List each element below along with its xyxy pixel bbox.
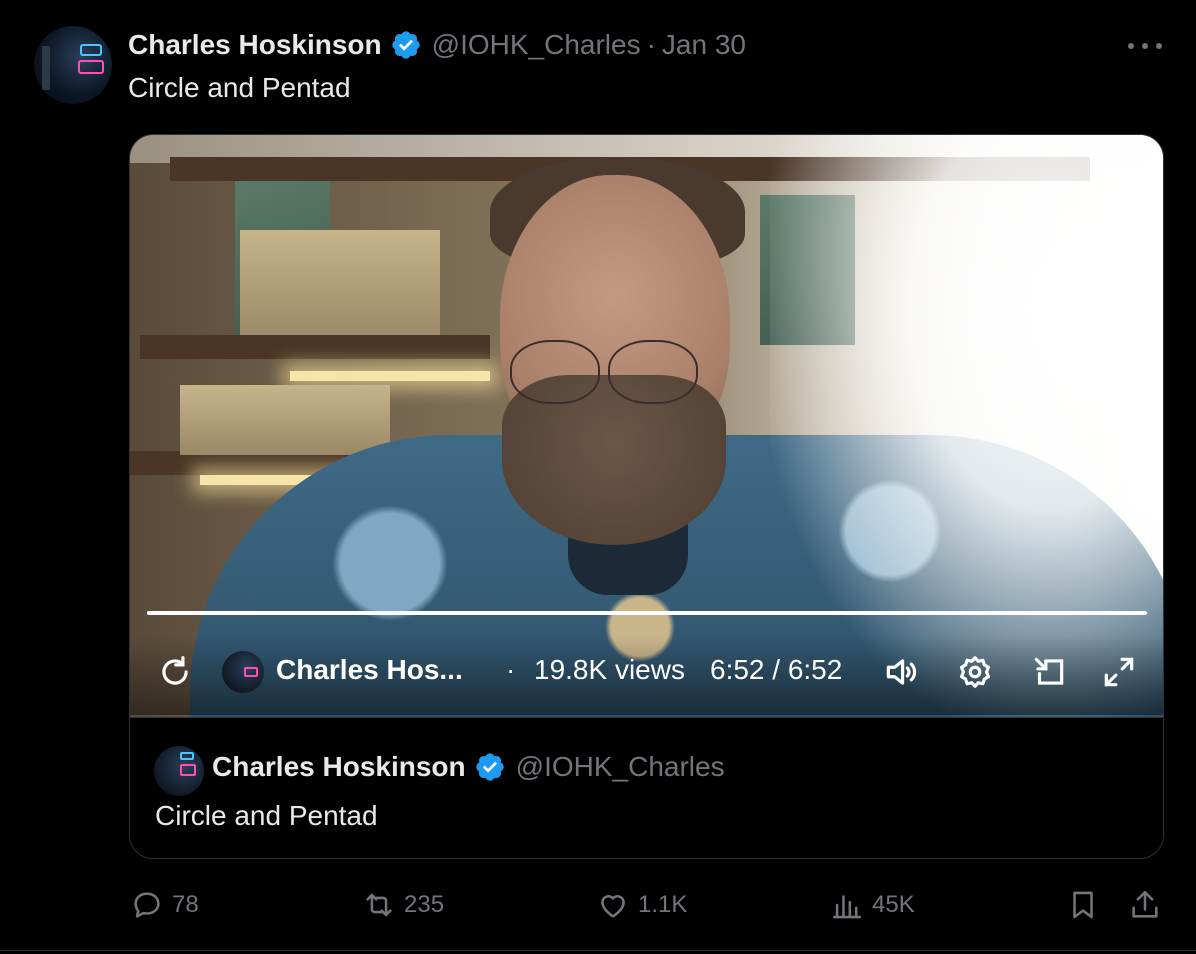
analytics-icon [832,895,862,919]
video-time: 6:52 / 6:52 [710,654,843,685]
like-count: 1.1K [638,891,688,918]
video-player[interactable]: Charles Hos... · 19.8K views 6:52 / 6:52 [130,135,1163,717]
verified-badge-icon [391,31,420,59]
pip-icon[interactable] [1030,653,1068,691]
separator: · [506,654,516,685]
quoted-author-name[interactable]: Charles Hoskinson [212,751,466,783]
channel-name[interactable]: Charles Hos... [276,654,463,686]
share-button[interactable] [1128,888,1162,922]
volume-icon[interactable] [882,653,920,691]
quoted-author-handle[interactable]: @IOHK_Charles [516,751,725,783]
author-name[interactable]: Charles Hoskinson [128,29,382,61]
share-icon [1132,890,1158,918]
channel-avatar[interactable] [222,651,264,693]
bookmark-button[interactable] [1066,888,1100,922]
author-handle[interactable]: @IOHK_Charles [432,29,641,61]
repost-icon [366,893,392,917]
verified-badge-icon [475,753,504,781]
more-options-icon[interactable] [1128,34,1162,58]
video-view-count: 19.8K views [534,654,685,685]
fullscreen-icon[interactable] [1100,653,1138,691]
repost-count: 235 [404,891,445,918]
bookmark-icon [1073,891,1093,919]
reply-count: 78 [172,891,199,918]
tweet-date[interactable]: Jan 30 [662,29,746,61]
tweet-header: Charles Hoskinson @IOHK_Charles · Jan 30 [128,28,746,62]
view-count: 45K [872,891,915,918]
divider [0,950,1196,951]
quoted-tweet-text: Circle and Pentad [155,800,378,831]
quoted-author-avatar[interactable] [154,746,204,796]
author-avatar[interactable] [34,26,112,104]
heart-icon [601,895,625,918]
video-progress-bar[interactable] [147,611,1147,615]
tweet-text: Circle and Pentad [128,72,351,103]
replay-icon[interactable] [156,653,194,691]
quoted-tweet-header: Charles Hoskinson @IOHK_Charles [212,750,725,784]
repost-button[interactable]: 235 [362,888,444,922]
media-card: Charles Hos... · 19.8K views 6:52 / 6:52… [129,134,1164,859]
settings-icon[interactable] [956,653,994,691]
reply-icon [134,892,160,918]
like-button[interactable]: 1.1K [596,888,687,922]
quoted-tweet[interactable]: Charles Hoskinson @IOHK_Charles Circle a… [130,717,1163,858]
views-button[interactable]: 45K [830,888,915,922]
separator: · [646,29,656,60]
reply-button[interactable]: 78 [130,888,199,922]
